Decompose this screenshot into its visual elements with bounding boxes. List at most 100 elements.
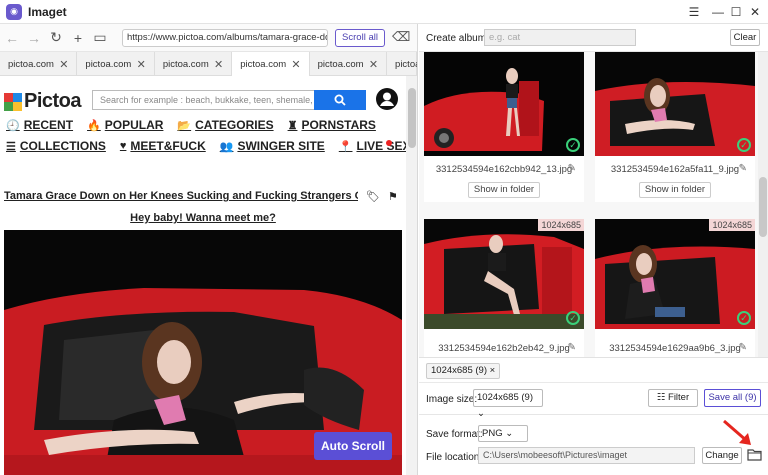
image-filename: 3312534594e1629aa9b6_3.jpg <box>609 343 741 354</box>
list-icon: ☰ <box>6 140 16 153</box>
image-card[interactable]: ✓ 3312534594e162a5fa11_9.jpg ✎ Show in f… <box>595 52 755 202</box>
star-figure-icon: ♜ <box>287 119 298 132</box>
save-format-select[interactable]: PNG ⌄ <box>478 425 528 442</box>
album-title-link[interactable]: Tamara Grace Down on Her Knees Sucking a… <box>4 190 358 202</box>
browser-tab-active[interactable]: pictoa.com ✕ <box>232 52 310 76</box>
create-album-label: Create album: <box>426 33 489 44</box>
menu-recent[interactable]: 🕘 RECENT <box>6 118 73 132</box>
image-filename: 3312534594e162b2eb42_9.jpg <box>438 343 570 354</box>
browser-tab[interactable]: pictoa.com ✕ <box>77 52 155 76</box>
auto-scroll-button[interactable]: Auto Scroll <box>314 432 392 460</box>
user-avatar-icon[interactable] <box>376 88 398 110</box>
browser-toolbar: ← → ↻ + ▭ https://www.pictoa.com/albums/… <box>0 24 417 52</box>
maximize-icon[interactable]: ☐ <box>728 4 744 20</box>
minimize-icon[interactable]: — <box>710 4 726 20</box>
rename-pen-icon[interactable]: ✎ <box>568 342 576 353</box>
menu-icon[interactable]: ☰ <box>686 4 702 20</box>
show-in-folder-button[interactable]: Show in folder <box>639 182 711 198</box>
file-location-label: File location: <box>426 452 483 463</box>
browser-tab[interactable]: pictoa.com ✕ <box>0 52 78 76</box>
selected-check-icon[interactable]: ✓ <box>566 138 580 152</box>
site-menu-row-1: 🕘 RECENT 🔥 POPULAR 📂 CATEGORIES ♜ PORNSTARS <box>6 118 390 132</box>
close-icon[interactable]: ✕ <box>747 4 763 20</box>
sliders-icon: ☷ <box>656 392 666 403</box>
tag-icon[interactable]: 🏷 <box>366 190 380 203</box>
flag-icon[interactable]: ⚑ <box>388 190 398 203</box>
grid-scrollbar[interactable] <box>758 52 768 357</box>
title-bar: ◉ Imaget ☰ — ☐ ✕ <box>0 0 768 24</box>
file-location-input[interactable]: C:\Users\mobeesoft\Pictures\imaget <box>478 447 695 464</box>
brush-icon[interactable]: ⌫ <box>392 29 410 47</box>
menu-pornstars[interactable]: ♜ PORNSTARS <box>288 118 376 132</box>
image-size-badge: 1024x685 <box>709 219 755 231</box>
rename-pen-icon[interactable]: ✎ <box>739 342 747 353</box>
image-thumbnail[interactable]: ✓ <box>595 52 755 156</box>
create-album-input[interactable]: e.g. cat <box>484 29 636 46</box>
rename-pen-icon[interactable]: ✎ <box>568 163 576 174</box>
filter-button[interactable]: ☷ Filter <box>648 389 698 407</box>
close-tab-icon[interactable]: ✕ <box>291 58 300 71</box>
url-bar[interactable]: https://www.pictoa.com/albums/tamara-gra… <box>122 29 328 47</box>
site-menu-row-2: ☰ COLLECTIONS ♥ MEET&FUCK 👥 SWINGER SITE 📍 L… <box>6 139 406 153</box>
clear-button[interactable]: Clear <box>730 29 760 46</box>
image-size-select[interactable]: 1024x685 (9) ⌄ <box>473 389 543 419</box>
users-icon: 👥 <box>219 140 234 153</box>
grid-scrollbar-thumb[interactable] <box>759 177 767 237</box>
active-filters-bar: 1024x685 (9) × <box>419 357 768 383</box>
browser-tab[interactable]: pictoa <box>387 52 417 76</box>
image-card[interactable]: 1024x685 ✓ 3312534594e1629aa9b6_3.jpg ✎ <box>595 219 755 357</box>
scroll-all-button[interactable]: Scroll all <box>335 29 385 47</box>
location-pin-icon: 📍 <box>338 140 353 153</box>
show-in-folder-button[interactable]: Show in folder <box>468 182 540 198</box>
save-all-button[interactable]: Save all (9) <box>704 389 761 407</box>
download-panel: Create album: e.g. cat Clear ✓ 331253459… <box>419 24 768 475</box>
page-scrollbar-thumb[interactable] <box>408 88 416 148</box>
close-tab-icon[interactable]: ✕ <box>214 58 223 71</box>
close-tab-icon[interactable]: ✕ <box>369 58 378 71</box>
clock-icon: 🕘 <box>6 119 20 132</box>
meet-me-link[interactable]: Hey baby! Wanna meet me? <box>0 212 406 224</box>
heart-icon: ♥ <box>119 140 127 152</box>
menu-collections[interactable]: ☰ COLLECTIONS <box>6 139 106 153</box>
fire-icon: 🔥 <box>87 119 101 132</box>
browser-tab[interactable]: pictoa.com ✕ <box>155 52 233 76</box>
image-card[interactable]: 1024x685 ✓ 3312534594e162b2eb42_9.jpg ✎ <box>424 219 584 357</box>
close-tab-icon[interactable]: ✕ <box>59 58 68 71</box>
chevron-down-icon: ⌄ <box>505 428 514 439</box>
web-page: Pictoa Search for example : beach, bukka… <box>0 76 406 475</box>
notification-dot <box>386 140 392 146</box>
menu-popular[interactable]: 🔥 POPULAR <box>87 118 163 132</box>
menu-swinger-site[interactable]: 👥 SWINGER SITE <box>220 139 325 153</box>
selected-check-icon[interactable]: ✓ <box>737 138 751 152</box>
reload-icon[interactable]: ↻ <box>46 28 66 48</box>
chevron-down-icon: ⌄ <box>477 408 485 419</box>
site-logo[interactable]: Pictoa <box>4 90 82 113</box>
tabs-overview-icon[interactable]: ▭ <box>90 28 110 48</box>
menu-live-sex[interactable]: 📍 LIVE SEX <box>339 139 406 153</box>
tab-strip: pictoa.com ✕ pictoa.com ✕ pictoa.com ✕ pict… <box>0 52 417 76</box>
chip-close-icon[interactable]: × <box>490 365 496 376</box>
app-title: Imaget <box>28 4 67 19</box>
menu-meet[interactable]: ♥ MEET&FUCK <box>120 139 206 153</box>
browser-tab[interactable]: pictoa.com ✕ <box>310 52 388 76</box>
new-tab-icon[interactable]: + <box>68 28 88 48</box>
close-tab-icon[interactable]: ✕ <box>137 58 146 71</box>
open-folder-icon[interactable] <box>747 447 762 462</box>
image-thumbnail[interactable]: 1024x685 ✓ <box>595 219 755 329</box>
change-location-button[interactable]: Change <box>702 447 742 464</box>
rename-pen-icon[interactable]: ✎ <box>739 163 747 174</box>
size-filter-chip[interactable]: 1024x685 (9) × <box>426 363 501 379</box>
selected-check-icon[interactable]: ✓ <box>737 311 751 325</box>
image-card[interactable]: ✓ 3312534594e162cbb942_13.jpg ✎ Show in … <box>424 52 584 202</box>
image-thumbnail[interactable]: ✓ <box>424 52 584 156</box>
menu-categories[interactable]: 📂 CATEGORIES <box>177 118 273 132</box>
selected-check-icon[interactable]: ✓ <box>566 311 580 325</box>
site-search-input[interactable]: Search for example : beach, bukkake, tee… <box>92 90 314 110</box>
create-album-bar: Create album: e.g. cat Clear <box>419 24 768 52</box>
pictoa-logo-icon <box>4 92 22 111</box>
image-thumbnail[interactable]: 1024x685 ✓ <box>424 219 584 329</box>
page-scrollbar[interactable] <box>406 76 417 475</box>
back-icon[interactable]: ← <box>2 28 22 48</box>
forward-icon[interactable]: → <box>24 28 44 48</box>
site-search-button[interactable] <box>314 90 366 110</box>
